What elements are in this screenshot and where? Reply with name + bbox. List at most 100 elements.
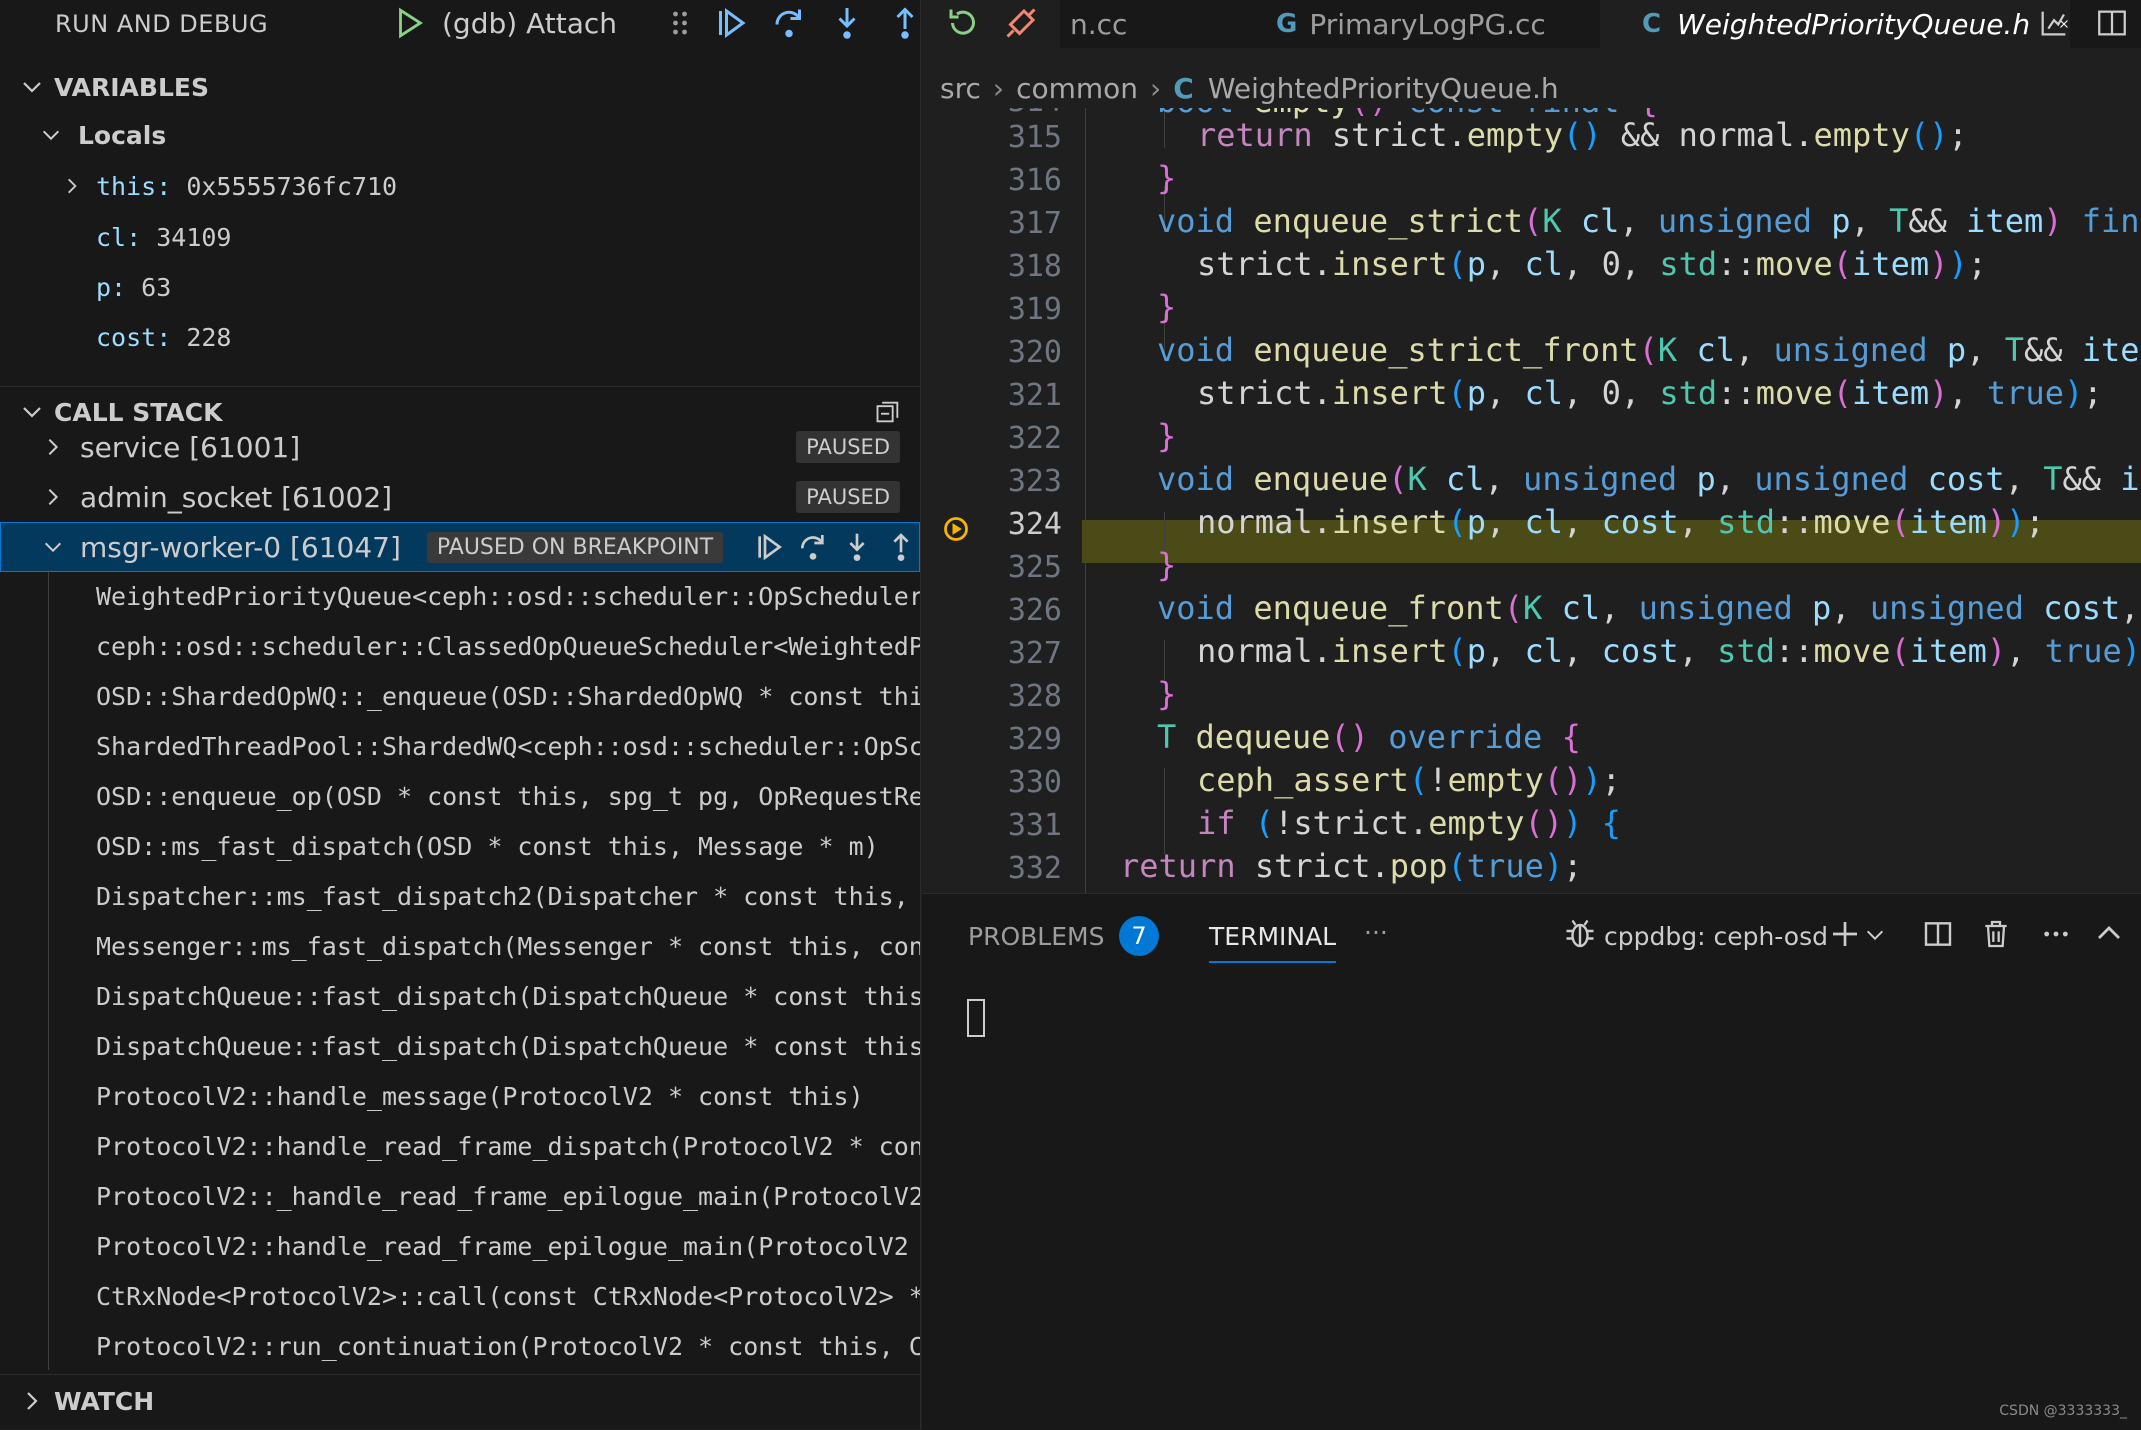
stack-frame[interactable]: ceph::osd::scheduler::ClassedOpQueueSche… xyxy=(96,632,920,661)
line-number: 316 xyxy=(1007,163,1062,198)
code-editor[interactable]: 314 315 316 317 318 319 320 321 322 323 … xyxy=(922,108,2141,893)
more-tabs-button[interactable]: ··· xyxy=(1364,918,1388,947)
continue-button[interactable] xyxy=(709,1,753,45)
line-number: 317 xyxy=(1007,206,1062,241)
open-changes-icon[interactable] xyxy=(2037,6,2071,40)
c-header-icon: C xyxy=(1173,71,1194,105)
chevron-down-icon xyxy=(23,82,41,93)
stack-frame[interactable]: ProtocolV2::handle_message(ProtocolV2 * … xyxy=(96,1082,920,1111)
variable-name: this: xyxy=(96,171,172,201)
step-over-button[interactable] xyxy=(767,1,811,45)
stack-frame[interactable]: DispatchQueue::fast_dispatch(DispatchQue… xyxy=(96,982,920,1011)
restart-button[interactable] xyxy=(941,1,985,45)
step-out-button[interactable] xyxy=(883,1,927,45)
code-line: strict.insert(p, cl, 0, std::move(item))… xyxy=(1197,245,1987,283)
code-line: return strict.empty() && normal.empty(); xyxy=(1197,116,1968,154)
stack-frame[interactable]: ProtocolV2::run_continuation(ProtocolV2 … xyxy=(96,1332,920,1361)
continue-icon[interactable] xyxy=(753,531,785,563)
variables-section-header[interactable]: VARIABLES xyxy=(0,62,920,112)
plus-icon[interactable] xyxy=(1829,918,1861,950)
stack-frame[interactable]: ProtocolV2::_handle_read_frame_epilogue_… xyxy=(96,1182,920,1211)
stack-frame[interactable]: Messenger::ms_fast_dispatch(Messenger * … xyxy=(96,932,920,961)
stack-frame[interactable]: OSD::ms_fast_dispatch(OSD * const this, … xyxy=(96,832,920,861)
code-line: void enqueue(K cl, unsigned p, unsigned … xyxy=(1157,460,2141,498)
chevron-down-icon[interactable] xyxy=(1864,924,1886,946)
tab-main-cc[interactable]: n.cc xyxy=(1070,0,1220,48)
stack-frame[interactable]: ShardedThreadPool::ShardedWQ<ceph::osd::… xyxy=(96,732,920,761)
stack-frame[interactable]: DispatchQueue::fast_dispatch(DispatchQue… xyxy=(96,1032,920,1061)
disconnect-icon xyxy=(1006,8,1036,38)
chevron-down-icon xyxy=(23,407,41,418)
line-number: 329 xyxy=(1007,722,1062,757)
variable-value: 63 xyxy=(141,272,172,302)
variable-value: 34109 xyxy=(156,222,232,252)
step-into-icon xyxy=(838,8,856,39)
split-editor-icon[interactable] xyxy=(2095,6,2129,40)
stack-frame[interactable]: ProtocolV2::handle_read_frame_epilogue_m… xyxy=(96,1232,920,1261)
breakpoint-arrow-icon[interactable] xyxy=(942,515,970,543)
split-terminal-icon[interactable] xyxy=(1922,918,1954,950)
step-over-icon xyxy=(775,9,801,38)
code-line: T dequeue() override { xyxy=(1157,718,1581,756)
stack-frame[interactable]: OSD::ShardedOpWQ::_enqueue(OSD::ShardedO… xyxy=(96,682,920,711)
disconnect-button[interactable] xyxy=(999,1,1043,45)
terminal-cursor[interactable] xyxy=(967,999,985,1037)
locals-scope[interactable]: Locals xyxy=(40,110,166,160)
variable-name: cost: xyxy=(96,322,172,352)
problems-count-badge: 7 xyxy=(1119,916,1159,956)
tab-terminal[interactable]: TERMINAL xyxy=(1209,922,1337,963)
trash-icon[interactable] xyxy=(1980,918,2012,950)
step-into-icon[interactable] xyxy=(841,531,873,563)
stack-frame[interactable]: CtRxNode<ProtocolV2>::call(const CtRxNod… xyxy=(96,1282,920,1311)
variable-row[interactable]: cl: 34109 xyxy=(96,212,231,262)
step-over-icon[interactable] xyxy=(797,531,829,563)
watermark: CSDN @3333333_ xyxy=(1999,1403,2127,1419)
watch-section-label: WATCH xyxy=(54,1386,155,1416)
step-out-icon[interactable] xyxy=(885,531,917,563)
tab-problems[interactable]: PROBLEMS xyxy=(968,922,1104,951)
line-number: 327 xyxy=(1007,636,1062,671)
code-line: normal.insert(p, cl, cost, std::move(ite… xyxy=(1197,503,2045,541)
more-actions-icon[interactable] xyxy=(2040,918,2072,950)
variable-row[interactable]: p: 63 xyxy=(96,262,171,312)
tab-weightedpriorityqueue[interactable]: C WeightedPriorityQueue.h xyxy=(1600,0,2070,48)
line-number: 318 xyxy=(1007,249,1062,284)
indent-guide xyxy=(1164,768,1165,854)
step-into-button[interactable] xyxy=(825,1,869,45)
breadcrumb-item[interactable]: src xyxy=(940,72,981,105)
breadcrumb-item[interactable]: common xyxy=(1016,72,1138,105)
stack-frame[interactable]: WeightedPriorityQueue<ceph::osd::schedul… xyxy=(96,582,920,611)
thread-row-msgr-worker[interactable]: msgr-worker-0 [61047] PAUSED ON BREAKPOI… xyxy=(0,522,920,572)
cpp-file-icon: G xyxy=(1276,9,1298,39)
stack-frame[interactable]: ProtocolV2::handle_read_frame_dispatch(P… xyxy=(96,1132,920,1161)
launch-config-select[interactable]: (gdb) Attach xyxy=(442,7,617,40)
line-number: 323 xyxy=(1007,464,1062,499)
thread-row-service[interactable]: service [61001] PAUSED xyxy=(0,422,920,472)
tab-label: PrimaryLogPG.cc xyxy=(1309,7,1546,41)
debug-launch-bar: (gdb) Attach xyxy=(382,0,664,46)
section-divider xyxy=(0,1374,920,1375)
line-number: 314 xyxy=(962,108,1062,119)
tab-primarylogpg[interactable]: G PrimaryLogPG.cc xyxy=(1220,0,1600,48)
start-debugging-icon[interactable] xyxy=(392,6,426,40)
thread-row-admin-socket[interactable]: admin_socket [61002] PAUSED xyxy=(0,472,920,522)
breadcrumb-item[interactable]: WeightedPriorityQueue.h xyxy=(1208,72,1559,105)
chevron-right-icon xyxy=(48,438,59,456)
stack-frame[interactable]: OSD::enqueue_op(OSD * const this, spg_t … xyxy=(96,782,920,811)
thread-status-badge: PAUSED ON BREAKPOINT xyxy=(426,531,724,563)
drag-handle-icon[interactable] xyxy=(665,5,695,41)
variable-row[interactable]: this: 0x5555736fc710 xyxy=(62,161,397,211)
tree-indent-guide xyxy=(48,570,49,1370)
variable-row[interactable]: cost: 228 xyxy=(96,312,231,362)
chevron-right-icon: › xyxy=(992,71,1005,105)
run-and-debug-title: RUN AND DEBUG xyxy=(55,10,269,38)
line-number: 326 xyxy=(1007,593,1062,628)
watch-section-header[interactable]: WATCH xyxy=(0,1376,920,1426)
bug-icon xyxy=(1566,919,1594,948)
terminal-name[interactable]: cppdbg: ceph-osd xyxy=(1604,922,1828,951)
chevron-up-icon[interactable] xyxy=(2094,918,2124,948)
tab-label: WeightedPriorityQueue.h xyxy=(1677,7,2031,41)
line-number: 330 xyxy=(1007,765,1062,800)
step-out-icon xyxy=(896,7,914,39)
stack-frame[interactable]: Dispatcher::ms_fast_dispatch2(Dispatcher… xyxy=(96,882,920,911)
